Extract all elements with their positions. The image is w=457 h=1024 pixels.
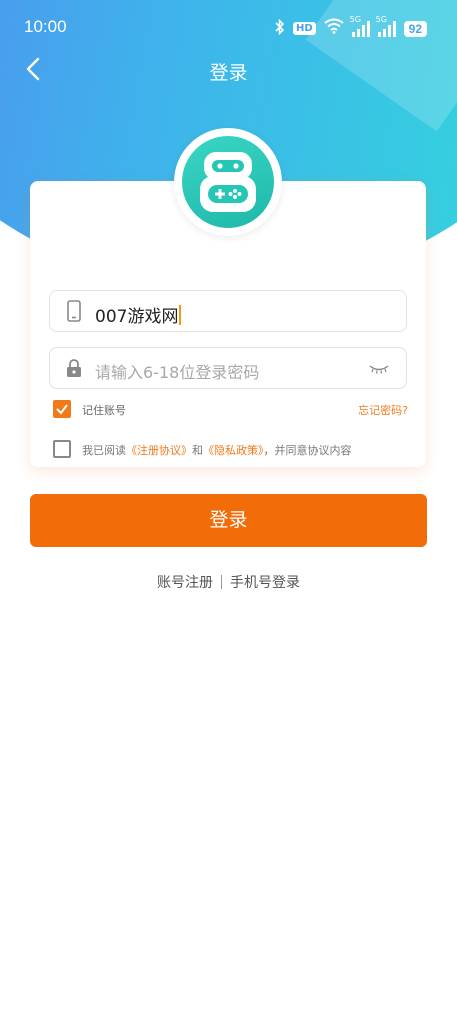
app-logo <box>174 128 282 236</box>
eye-closed-icon[interactable] <box>368 362 390 376</box>
link-divider <box>221 575 222 589</box>
remember-checkbox[interactable] <box>53 400 71 418</box>
username-field[interactable]: 007游戏网 <box>49 290 407 332</box>
status-time: 10:00 <box>24 17 67 36</box>
hd-badge: HD <box>292 22 316 35</box>
status-icons: HD 5G 5G 92 <box>275 15 427 39</box>
check-icon <box>56 404 68 415</box>
privacy-policy-link[interactable]: 《隐私政策》 <box>203 444 264 457</box>
nav-bar: 登录 <box>0 50 457 90</box>
signal-icon-2: 5G <box>376 15 396 37</box>
username-input[interactable]: 007游戏网 <box>95 302 182 327</box>
lock-icon <box>67 359 81 377</box>
login-button[interactable]: 登录 <box>30 494 427 547</box>
battery-indicator: 92 <box>403 20 427 37</box>
password-input[interactable]: 请输入6-18位登录密码 <box>95 359 259 383</box>
page-title: 登录 <box>209 62 248 84</box>
text-cursor <box>179 305 182 325</box>
agreement-text: 我已阅读《注册协议》和《隐私政策》，并同意协议内容 <box>82 442 352 458</box>
register-link[interactable]: 账号注册 <box>157 575 213 591</box>
agreement-checkbox[interactable] <box>53 440 71 458</box>
logo-badge <box>182 136 274 228</box>
phone-icon <box>67 300 81 322</box>
wifi-icon <box>324 18 344 39</box>
agreement-prefix: 我已阅读 <box>82 444 126 457</box>
password-field[interactable]: 请输入6-18位登录密码 <box>49 347 407 389</box>
remember-label: 记住账号 <box>82 404 126 417</box>
agreement-and: 和 <box>192 444 203 457</box>
bluetooth-icon <box>275 18 285 39</box>
username-value: 007游戏网 <box>95 307 179 327</box>
gamepad-robot-icon <box>200 152 256 212</box>
phone-login-link[interactable]: 手机号登录 <box>230 575 300 591</box>
status-bar: 10:00 HD 5G 5G 92 <box>0 0 457 56</box>
register-agreement-link[interactable]: 《注册协议》 <box>126 444 192 457</box>
agreement-suffix: ，并同意协议内容 <box>263 444 352 457</box>
forgot-password-link[interactable]: 忘记密码? <box>358 402 408 418</box>
bottom-links: 账号注册 手机号登录 <box>0 572 457 592</box>
signal-icon-1: 5G <box>350 15 370 37</box>
